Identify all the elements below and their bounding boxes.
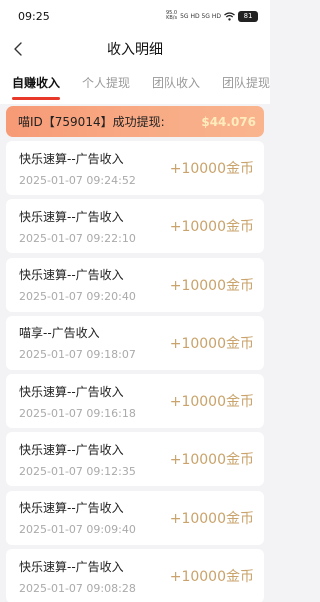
- tab-personal-withdraw[interactable]: 个人提现: [82, 74, 130, 102]
- record-amount: +10000金币: [169, 219, 254, 236]
- signal-label: 5G HD 5G HD: [180, 12, 221, 20]
- record-amount: +10000金币: [169, 394, 254, 411]
- record-title: 快乐速算--广告收入: [19, 442, 124, 457]
- record-amount: +10000金币: [169, 277, 254, 294]
- record-time: 2025-01-07 09:09:40: [19, 523, 136, 537]
- record-amount: +10000金币: [169, 161, 254, 177]
- record-title: 快乐速算--广告收入: [19, 209, 124, 224]
- record-title: 快乐速算--广告收入: [19, 501, 124, 516]
- record-time: 2025-01-07 09:12:35: [19, 464, 136, 478]
- list-item: 快乐速算--广告收入 2025-01-07 09:08:28 +10000金币: [6, 549, 264, 602]
- record-time: 2025-01-07 09:20:40: [19, 290, 136, 304]
- record-amount: +10000金币: [169, 569, 254, 586]
- list-item: 喵享--广告收入 2025-01-07 09:18:07 +10000金币: [6, 315, 264, 370]
- tab-team-income[interactable]: 团队收入: [152, 74, 200, 102]
- banner-text: 喵ID【759014】成功提现:: [18, 115, 165, 129]
- tab-self-income[interactable]: 自赚收入: [12, 74, 61, 102]
- record-time: 2025-01-07 09:22:10: [19, 231, 136, 245]
- record-title: 快乐速算--广告收入: [19, 559, 124, 574]
- record-time: 2025-01-07 09:24:52: [19, 173, 136, 187]
- back-arrow-icon[interactable]: [12, 41, 26, 57]
- list-item: 快乐速算--广告收入 2025-01-07 09:16:18 +10000金币: [6, 374, 264, 429]
- record-title: 快乐速算--广告收入: [19, 268, 124, 283]
- network-speed: 95.0 KB/s: [166, 11, 177, 21]
- record-time: 2025-01-07 09:08:28: [19, 581, 136, 595]
- record-amount: +10000金币: [169, 510, 254, 527]
- income-list: 快乐速算--广告收入 2025-01-07 09:24:52 +10000金币 …: [0, 141, 270, 602]
- list-item: 快乐速算--广告收入 2025-01-07 09:24:52 +10000金币: [6, 141, 264, 195]
- record-title: 快乐速算--广告收入: [19, 151, 124, 166]
- tab-team-withdraw[interactable]: 团队提现: [222, 74, 270, 102]
- record-title: 快乐速算--广告收入: [19, 384, 124, 399]
- record-time: 2025-01-07 09:18:07: [19, 348, 136, 362]
- list-item: 快乐速算--广告收入 2025-01-07 09:09:40 +10000金币: [6, 490, 264, 545]
- wifi-icon: [224, 11, 235, 21]
- status-bar: 09:25 95.0 KB/s 5G HD 5G HD 81: [0, 0, 270, 32]
- withdraw-notice-banner: 喵ID【759014】成功提现: $44.076: [6, 106, 264, 137]
- status-time: 09:25: [18, 9, 50, 23]
- battery-icon: 81: [238, 10, 258, 22]
- banner-amount: $44.076: [201, 114, 256, 129]
- tab-bar-wrapper: 自赚收入 个人提现 团队收入 团队提现: [0, 66, 270, 104]
- tab-bar: 自赚收入 个人提现 团队收入 团队提现: [0, 66, 270, 102]
- record-amount: +10000金币: [169, 335, 254, 352]
- record-time: 2025-01-07 09:16:18: [19, 406, 136, 420]
- list-item: 快乐速算--广告收入 2025-01-07 09:22:10 +10000金币: [6, 199, 264, 254]
- page-header: 收入明细: [0, 32, 270, 66]
- page-title: 收入明细: [107, 42, 163, 58]
- list-item: 快乐速算--广告收入 2025-01-07 09:12:35 +10000金币: [6, 432, 264, 487]
- list-item: 快乐速算--广告收入 2025-01-07 09:20:40 +10000金币: [6, 257, 264, 312]
- record-title: 喵享--广告收入: [19, 326, 100, 341]
- record-amount: +10000金币: [169, 452, 254, 469]
- status-indicators: 95.0 KB/s 5G HD 5G HD 81: [166, 10, 258, 22]
- network-speed-unit: KB/s: [166, 15, 178, 21]
